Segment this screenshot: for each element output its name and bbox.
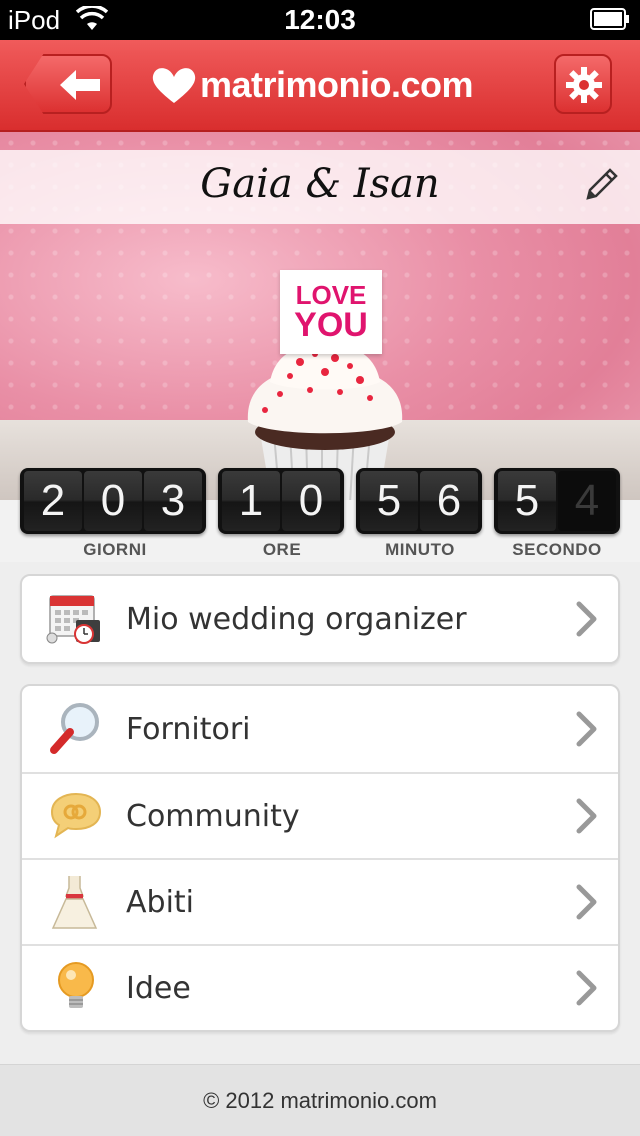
dress-icon [51, 876, 98, 929]
counter-minutes: 5 6 [356, 468, 482, 534]
digit: 2 [24, 471, 82, 531]
digit: 6 [420, 471, 478, 531]
arrow-left-icon [60, 70, 100, 100]
menu-item-label: Community [126, 798, 300, 834]
counter-days: 2 0 3 [20, 468, 206, 534]
status-bar: iPod 12:03 [0, 0, 640, 40]
love-sign-line2: YOU [294, 306, 368, 344]
calendar-icon [46, 595, 100, 644]
brand-logo: matrimonio.com [150, 60, 490, 110]
organizer-card: Mio wedding organizer [20, 574, 620, 664]
pencil-icon[interactable] [582, 166, 620, 204]
love-sign-line1: LOVE [295, 280, 367, 310]
menu-item-label: Idee [126, 970, 191, 1006]
label-seconds: SECONDO [512, 540, 602, 559]
magnifier-icon [50, 703, 99, 754]
chevron-right-icon [576, 884, 597, 920]
organizer-row[interactable]: Mio wedding organizer [22, 576, 618, 662]
footer-copyright: © 2012 matrimonio.com [203, 1087, 437, 1113]
chat-rings-icon [50, 792, 102, 839]
footer: © 2012 matrimonio.com [0, 1064, 640, 1136]
status-time: 12:03 [284, 4, 356, 35]
chevron-right-icon [576, 601, 597, 637]
main-menu: Fornitori Community Abiti Idee [20, 684, 620, 1032]
couple-name: Gaia & Isan [200, 161, 440, 207]
digit: 0 [282, 471, 340, 531]
chevron-right-icon [576, 970, 597, 1006]
organizer-label: Mio wedding organizer [126, 601, 467, 637]
counter-seconds: 5 4 [494, 468, 620, 534]
menu-item-community[interactable]: Community [22, 772, 618, 858]
back-button[interactable] [24, 54, 112, 114]
label-days: GIORNI [83, 540, 147, 559]
battery-icon [590, 8, 629, 30]
lightbulb-icon [58, 962, 94, 1008]
digit: 3 [144, 471, 202, 531]
settings-button[interactable] [554, 54, 612, 114]
counter-hours: 1 0 [218, 468, 344, 534]
gear-icon [566, 67, 602, 103]
brand-name: matrimonio.com [200, 64, 474, 105]
digit: 1 [222, 471, 280, 531]
digit: 0 [84, 471, 142, 531]
chevron-right-icon [576, 711, 597, 747]
menu-item-fornitori[interactable]: Fornitori [22, 686, 618, 772]
chevron-right-icon [576, 798, 597, 834]
digit: 4 [558, 471, 616, 531]
digit: 5 [360, 471, 418, 531]
label-hours: ORE [262, 540, 302, 559]
menu-item-abiti[interactable]: Abiti [22, 858, 618, 944]
menu-item-label: Abiti [126, 884, 194, 920]
navbar: matrimonio.com [0, 40, 640, 132]
menu-item-idee[interactable]: Idee [22, 944, 618, 1030]
digit: 5 [498, 471, 556, 531]
love-sign: LOVE YOU [280, 270, 382, 354]
label-minutes: MINUTO [385, 540, 455, 559]
menu-item-label: Fornitori [126, 711, 251, 747]
heart-icon [152, 68, 196, 103]
